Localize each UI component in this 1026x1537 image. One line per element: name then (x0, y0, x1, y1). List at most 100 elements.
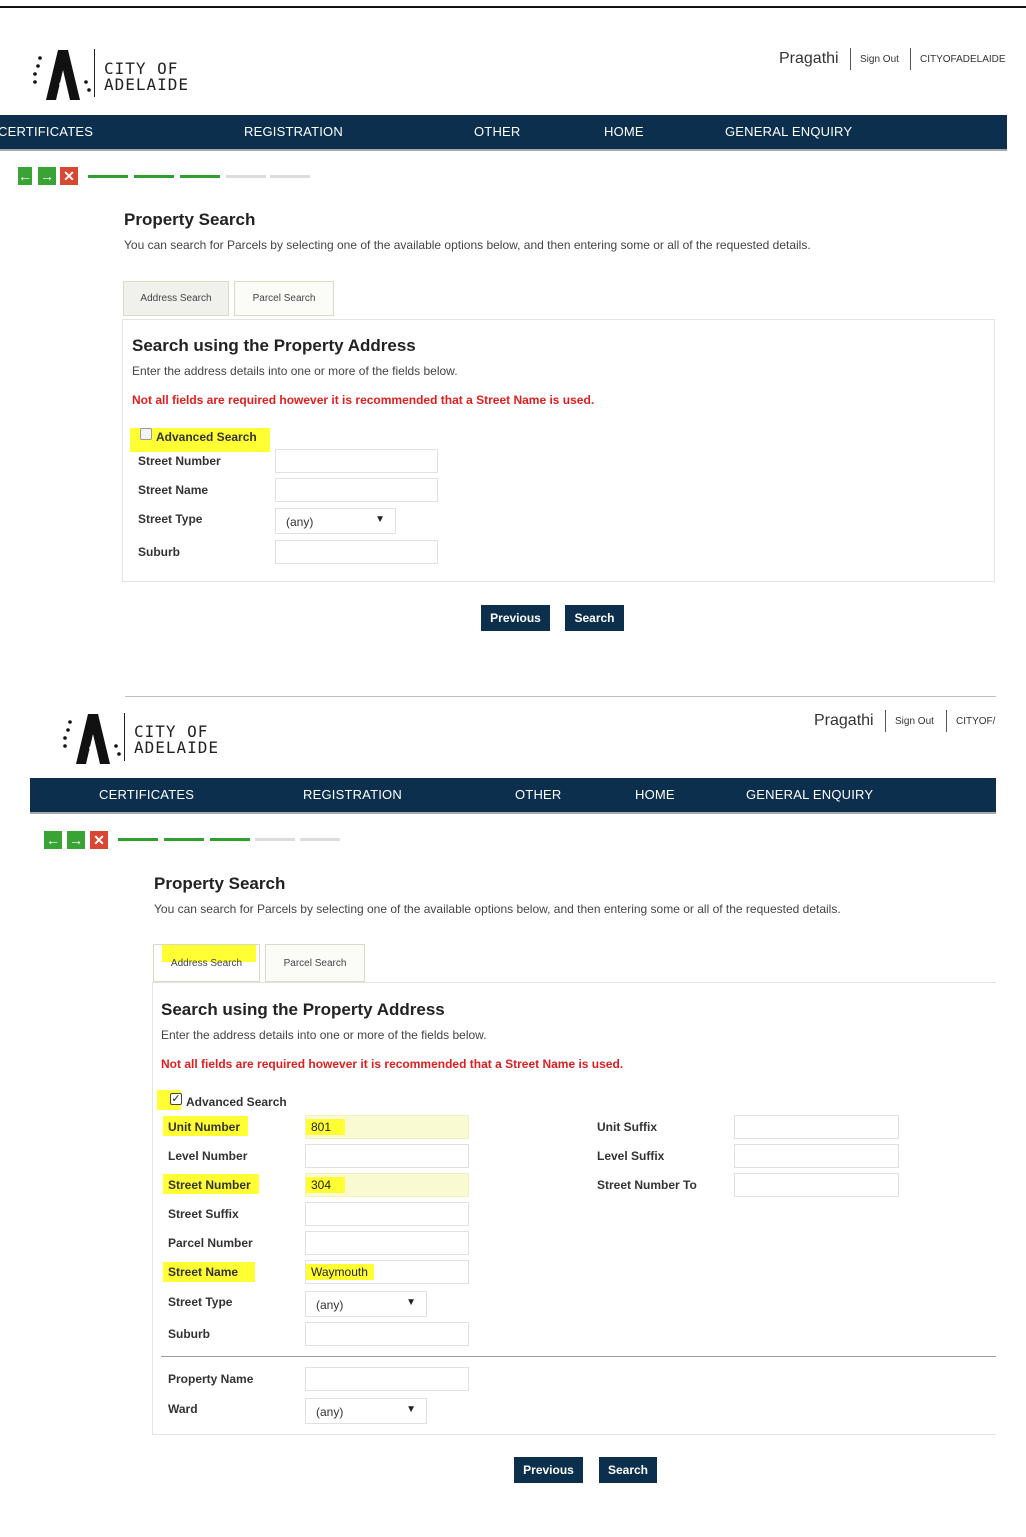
parcel-number-label: Parcel Number (168, 1236, 253, 1250)
logo-separator (94, 49, 95, 97)
progress-step (164, 838, 204, 841)
nav-item-certificates[interactable]: CERTIFICATES (99, 787, 194, 802)
user-separator (850, 48, 851, 70)
nav-item-home[interactable]: HOME (604, 124, 644, 139)
advanced-search-label: Advanced Search (156, 430, 257, 444)
unit-suffix-label: Unit Suffix (597, 1120, 657, 1134)
property-name-label: Property Name (168, 1372, 254, 1386)
suburb-label: Suburb (168, 1327, 210, 1341)
street-type-value: (any) (316, 1298, 344, 1312)
street-name-input[interactable] (275, 478, 438, 502)
chevron-down-icon: ▼ (406, 1297, 416, 1308)
suburb-input[interactable] (275, 540, 438, 564)
user-separator (946, 710, 947, 732)
nav-item-home[interactable]: HOME (635, 787, 675, 802)
street-type-label: Street Type (168, 1295, 233, 1309)
right-arrow-icon[interactable]: → (67, 831, 85, 849)
progress-step (88, 175, 128, 178)
street-number-input[interactable] (275, 449, 438, 473)
user-name[interactable]: Pragathi (814, 712, 874, 730)
search-button[interactable]: Search (599, 1457, 657, 1483)
nav-shadow (30, 812, 996, 814)
city-of-adelaide-logo-icon (33, 50, 91, 100)
screenshot-divider (125, 696, 996, 697)
nav-item-registration[interactable]: REGISTRATION (303, 787, 402, 802)
previous-button[interactable]: Previous (481, 605, 550, 631)
street-type-select[interactable]: (any) ▼ (305, 1291, 427, 1317)
nav-item-other[interactable]: OTHER (515, 787, 562, 802)
progress-step (226, 175, 266, 178)
ward-select[interactable]: (any) ▼ (305, 1398, 427, 1424)
sign-out-link[interactable]: Sign Out (860, 54, 899, 65)
street-number-input[interactable]: 304 (305, 1173, 469, 1197)
page-title: Property Search (154, 874, 286, 893)
sign-out-link[interactable]: Sign Out (895, 716, 934, 727)
street-name-label: Street Name (138, 483, 209, 497)
advanced-search-checkbox[interactable]: ✓ (170, 1093, 182, 1105)
top-border (0, 6, 1026, 8)
tab-parcel-search[interactable]: Parcel Search (265, 944, 365, 982)
user-separator (910, 48, 911, 70)
search-description: Enter the address details into one or mo… (161, 1028, 487, 1042)
previous-button[interactable]: Previous (514, 1457, 583, 1483)
parcel-number-input[interactable] (305, 1231, 469, 1255)
progress-step (210, 838, 250, 841)
level-number-input[interactable] (305, 1144, 469, 1168)
unit-number-value: 801 (306, 1119, 346, 1135)
street-name-input[interactable]: Waymouth (305, 1260, 469, 1284)
tab-address-search[interactable]: Address Search (123, 281, 229, 316)
search-warning: Not all fields are required however it i… (132, 393, 595, 407)
chevron-down-icon: ▼ (375, 514, 385, 525)
nav-item-general-enquiry[interactable]: GENERAL ENQUIRY (725, 124, 852, 139)
page-title: Property Search (124, 210, 256, 229)
user-name[interactable]: Pragathi (779, 50, 839, 68)
property-name-input[interactable] (305, 1367, 469, 1391)
nav-shadow (0, 149, 1007, 151)
street-name-value: Waymouth (306, 1264, 374, 1280)
progress-step (300, 838, 340, 841)
advanced-search-label: Advanced Search (186, 1095, 287, 1109)
search-button[interactable]: Search (565, 605, 624, 631)
street-number-to-input[interactable] (734, 1173, 899, 1197)
logo-separator (124, 713, 125, 761)
unit-number-label: Unit Number (168, 1120, 240, 1134)
level-suffix-input[interactable] (734, 1144, 899, 1168)
nav-item-general-enquiry[interactable]: GENERAL ENQUIRY (746, 787, 873, 802)
chevron-down-icon: ▼ (406, 1404, 416, 1415)
account-link[interactable]: CITYOF/ (956, 716, 996, 727)
close-icon[interactable]: ✕ (90, 831, 108, 849)
left-arrow-icon[interactable]: ← (44, 831, 62, 849)
nav-item-certificates[interactable]: CERTIFICATES (0, 124, 93, 139)
nav-item-other[interactable]: OTHER (474, 124, 521, 139)
progress-step (134, 175, 174, 178)
street-type-select[interactable]: (any) ▼ (275, 508, 396, 534)
street-type-label: Street Type (138, 512, 203, 526)
advanced-search-checkbox[interactable] (140, 428, 152, 440)
unit-number-input[interactable]: 801 (305, 1115, 469, 1139)
left-arrow-icon[interactable]: ← (18, 167, 32, 185)
street-number-value: 304 (306, 1177, 346, 1193)
section-divider (161, 1356, 996, 1357)
right-arrow-icon[interactable]: → (38, 167, 56, 185)
suburb-input[interactable] (305, 1322, 469, 1346)
ward-value: (any) (316, 1405, 344, 1419)
logo-text-line2: ADELAIDE (104, 75, 190, 94)
user-separator (885, 710, 886, 732)
street-type-value: (any) (286, 515, 314, 529)
main-nav: CERTIFICATES REGISTRATION OTHER HOME GEN… (0, 115, 1007, 149)
unit-suffix-input[interactable] (734, 1115, 899, 1139)
search-description: Enter the address details into one or mo… (132, 364, 458, 378)
progress-step (255, 838, 295, 841)
tab-address-search[interactable]: Address Search (153, 944, 260, 982)
ward-label: Ward (168, 1402, 198, 1416)
nav-item-registration[interactable]: REGISTRATION (244, 124, 343, 139)
tab-parcel-search[interactable]: Parcel Search (234, 281, 334, 316)
suburb-label: Suburb (138, 545, 180, 559)
level-suffix-label: Level Suffix (597, 1149, 665, 1163)
street-suffix-input[interactable] (305, 1202, 469, 1226)
page-description: You can search for Parcels by selecting … (154, 902, 841, 916)
account-link[interactable]: CITYOFADELAIDE (920, 54, 1020, 65)
progress-step (118, 838, 158, 841)
street-number-to-label: Street Number To (597, 1178, 697, 1192)
close-icon[interactable]: ✕ (60, 167, 78, 185)
